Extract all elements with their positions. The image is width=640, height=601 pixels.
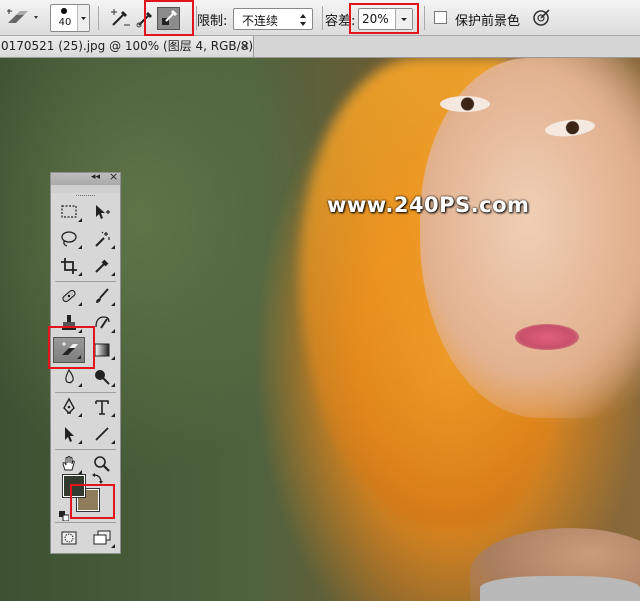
dodge-icon [95,370,110,385]
pressure-size-button[interactable] [530,7,552,29]
gradient-icon [94,343,110,357]
quick-mask-button[interactable] [53,525,85,551]
healing-brush-tool[interactable] [53,283,85,309]
crop-tool[interactable] [53,253,85,279]
move-arrow-icon [96,205,110,219]
sampling-highlight-box [144,0,194,36]
rect-marquee-icon [61,205,77,218]
path-selection-tool[interactable] [53,421,85,447]
eraser-tool-highlight-box [48,326,95,369]
path-select-arrow-icon [65,427,74,442]
brush-picker-arrow[interactable] [77,5,89,31]
type-tool[interactable] [86,394,118,420]
default-colors-icon[interactable] [59,506,70,522]
protect-foreground-label: 保护前景色 [455,14,521,29]
options-divider [98,6,99,30]
sampling-continuous-button[interactable] [108,6,132,30]
brush-tool[interactable] [86,283,118,309]
pen-nib-icon [63,397,75,414]
limits-label: 限制: [197,14,228,29]
quick-mask-icon [61,531,77,545]
document-tab-bar: 0170521 (25).jpg @ 100% (图层 4, RGB/8) * … [0,36,640,58]
hand-tool[interactable] [53,451,85,477]
line-tool[interactable] [86,421,118,447]
line-icon [95,427,109,441]
lasso-tool[interactable] [53,226,85,252]
paintbrush-icon [96,288,109,303]
brush-size-value: 40 [58,17,72,28]
brush-preview-dot [61,8,67,14]
options-bar: 40 限制: 不连续 容差: 20% 保护前景色 [0,0,640,36]
history-brush-icon [95,316,110,329]
sampling-continuous-icon [111,9,130,26]
background-eraser-icon [7,9,38,23]
brush-picker[interactable]: 40 [50,4,90,32]
select-arrows-icon [300,14,306,26]
type-t-icon [95,400,109,415]
hand-icon [62,456,75,471]
lips [515,324,579,350]
limits-select-value: 不连续 [242,14,279,28]
document-tab[interactable]: 0170521 (25).jpg @ 100% (图层 4, RGB/8) * [0,36,254,57]
blur-drop-icon [65,368,74,384]
lasso-icon [61,231,77,247]
screen-mode-icon [93,530,111,545]
panel-close-icon[interactable]: × [109,170,118,183]
swap-colors-icon[interactable] [91,470,105,484]
tools-separator [55,522,116,523]
document-tab-close-button[interactable]: × [238,36,252,57]
eyedropper-icon [95,259,109,273]
screen-mode-button[interactable] [86,525,118,551]
document-tab-title: 0170521 (25).jpg @ 100% (图层 4, RGB/8) * [1,39,254,53]
tools-panel-header[interactable]: ◂◂ × [51,170,120,185]
shirt-strap [480,576,640,601]
chevron-down-icon [34,16,38,19]
pen-tool[interactable] [53,394,85,420]
tools-panel-grip[interactable] [51,185,120,196]
chevron-down-icon [81,17,86,20]
background-color-highlight-box [70,484,115,519]
limits-select[interactable]: 不连续 [233,8,313,30]
eye-left [440,96,490,112]
options-divider [424,6,425,30]
pen-pressure-icon [533,9,550,26]
crop-icon [61,258,77,274]
tolerance-highlight-box [349,3,419,34]
tool-preset-picker[interactable] [4,6,40,30]
tools-separator [55,449,116,450]
quick-selection-tool[interactable] [86,226,118,252]
eyedropper-tool[interactable] [86,253,118,279]
tools-separator [55,281,116,282]
magic-wand-icon [95,231,110,247]
protect-foreground-checkbox[interactable] [434,11,447,24]
marquee-tool[interactable] [53,199,85,225]
tools-separator [55,392,116,393]
options-divider [322,6,323,30]
move-tool[interactable] [86,199,118,225]
bandage-icon [62,289,76,303]
watermark-text: www.240PS.com [327,193,530,217]
panel-collapse-icon[interactable]: ◂◂ [91,172,100,182]
